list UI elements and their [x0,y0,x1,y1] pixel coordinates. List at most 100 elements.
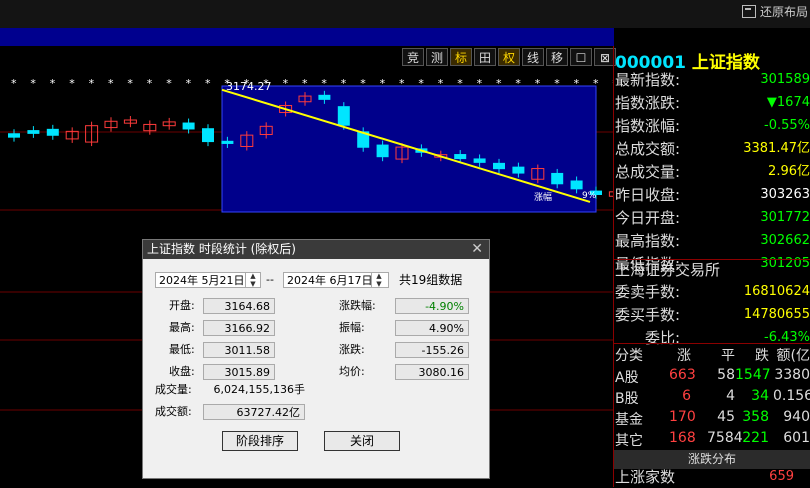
table-cell: 34 [751,388,769,404]
marker-star: * [515,77,521,90]
divider [613,46,614,487]
marker-star: * [186,77,192,90]
stat-value: -155.26 [395,342,469,358]
marker-star: * [30,77,36,90]
table-cell: 58 [717,367,735,383]
dialog-title: 上证指数 时段统计 (除权后) ✕ [143,240,489,259]
table-cell: 601 [783,430,810,446]
close-button[interactable]: 关闭 [324,431,400,451]
quote-label: 指数涨跌: [615,94,681,112]
sort-button[interactable]: 阶段排序 [222,431,298,451]
layout-icon [741,5,756,18]
candle-down [8,133,20,138]
quote-label: 最新指数: [615,71,681,89]
candle-down [27,130,40,134]
quote-row: 最高指数: 302662 [615,230,810,252]
toolbar-button-5[interactable]: 线 [522,48,544,66]
start-date-spinner[interactable]: ▲ ▼ [245,272,260,288]
marker-star: * [69,77,75,90]
marker-star: * [302,77,308,90]
exchange-title-text: 上海证券交易所 [615,261,721,279]
marker-star: * [108,77,114,90]
amount-label: 成交额: [155,405,192,418]
quote-value: 302662 [760,233,810,248]
candle-down [376,144,389,158]
quote-label: 最高指数: [615,232,681,250]
toolbar-button-4[interactable]: 权 [498,48,520,66]
toolbar-button-0[interactable]: 竞 [402,48,424,66]
quote-row: 最新指数: 301589 [615,69,810,91]
stat-value: -4.90% [395,298,469,314]
marker-star: * [535,77,541,90]
restore-layout-button[interactable]: 还原布局 [741,2,810,22]
table-header: 分类 [615,348,643,364]
table-cell: 45 [717,409,735,425]
quote-value: 303263 [760,187,810,202]
marker-star: * [457,77,463,90]
top-bar [0,0,810,28]
volume-label: 成交量: [155,383,192,396]
stat-label: 振幅: [339,321,365,334]
dialog-title-text: 上证指数 时段统计 (除权后) [147,242,296,256]
toolbar-button-1[interactable]: 测 [426,48,448,66]
quote-row: 总成交量: 2.96亿 [615,161,810,183]
stat-label: 最高: [169,321,195,334]
table-cell: 168 [669,430,696,446]
quote-value: 301772 [760,210,810,225]
marker-star: * [147,77,153,90]
toolbar-button-7[interactable]: ☐ [570,48,592,66]
marker-star: * [496,77,502,90]
table-header: 额(亿 [776,348,810,364]
toolbar-button-3[interactable]: 田 [474,48,496,66]
price-label: 3174.27 [226,80,272,93]
table-header: 涨 [677,348,691,364]
end-date-spinner[interactable]: ▲ ▼ [371,272,386,288]
candle-down [221,140,234,144]
exchange-title: 上海证券交易所 [615,259,810,281]
quote-label: 昨日收盘: [615,186,681,204]
table-cell: 0.156 [773,388,810,404]
table-cell: 基金 [615,412,643,428]
table-cell: 3380 [774,367,810,383]
start-date-value: 2024年 5月21日 [159,274,245,287]
marker-star: * [283,77,289,90]
quote-row: 指数涨跌: ▼1674 [615,92,810,114]
quote-value: 16810624 [743,284,810,299]
quote-value: 2.96亿 [768,164,810,179]
quote-row: 总成交额: 3381.47亿 [615,138,810,160]
quote-value: 301589 [760,72,810,87]
candle-down [202,128,214,143]
restore-layout-label: 还原布局 [759,5,808,19]
quote-row: 今日开盘: 301772 [615,207,810,229]
divider [614,343,810,344]
stat-value: 3166.92 [203,320,275,336]
marker-star: * [321,77,327,90]
up-count-label: 上涨家数 [615,468,676,486]
up-count-value: 659 [769,469,794,484]
candle-down [337,106,350,126]
close-icon[interactable]: ✕ [471,240,483,259]
marker-star: * [205,77,211,90]
quote-value: 3381.47亿 [743,141,810,156]
candle-down [182,122,195,130]
table-header: 平 [721,348,735,364]
stat-label: 均价: [339,365,365,378]
quote-value: -0.55% [764,118,810,133]
quote-label: 委买手数: [615,306,681,324]
candle-down [551,172,564,185]
marker-star: * [438,77,444,90]
candle-down [473,158,486,163]
toolbar-button-6[interactable]: 移 [546,48,568,66]
period-stats-dialog: 上证指数 时段统计 (除权后) ✕ 2024年 5月21日 ▲ ▼ -- 2024年… [142,239,490,479]
table-cell: 170 [669,409,696,425]
record-count: 共19组数据 [399,273,463,287]
toolbar-button-2[interactable]: 标 [450,48,472,66]
table-cell: B股 [615,391,639,407]
marker-star: * [166,77,172,90]
marker-star: * [50,77,56,90]
candle-down [512,166,525,174]
quote-label: 委卖手数: [615,283,681,301]
candle-down [46,128,59,136]
marker-star: * [593,77,599,90]
table-cell: 7584 [707,430,743,446]
